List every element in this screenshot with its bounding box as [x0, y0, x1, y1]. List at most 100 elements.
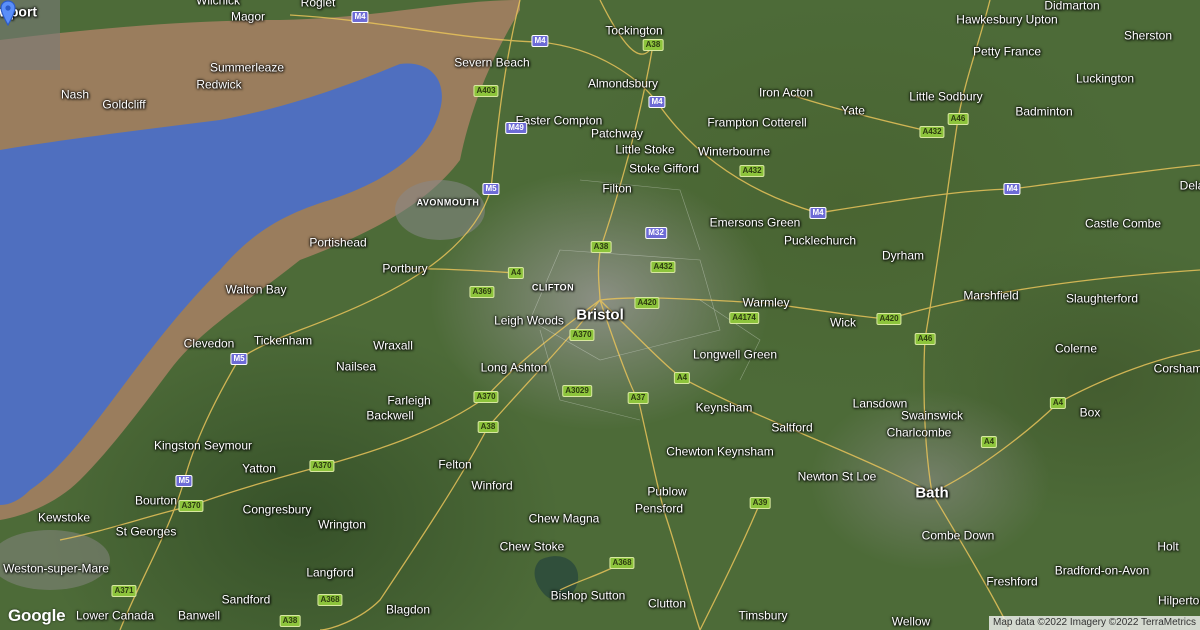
road-shield-a370: A370 — [309, 460, 335, 472]
place-label: Magor — [230, 9, 266, 24]
place-label: Chew Magna — [528, 511, 600, 526]
road-shield-a4: A4 — [507, 267, 525, 279]
place-label: Nash — [60, 87, 90, 102]
place-label: Wick — [830, 315, 856, 330]
place-label: Walton Bay — [225, 282, 287, 297]
place-label: Langford — [306, 565, 354, 580]
place-label: Keynsham — [695, 400, 753, 415]
place-label: St Georges — [115, 524, 177, 539]
place-label: Banwell — [177, 608, 221, 623]
place-label: Emersons Green — [709, 215, 801, 230]
place-label: Marshfield — [963, 288, 1019, 303]
place-label: Chew Stoke — [499, 539, 565, 554]
place-label: Tockington — [605, 23, 663, 38]
location-pin-icon[interactable] — [0, 0, 16, 26]
place-label: Combe Down — [921, 528, 995, 543]
place-label: Corsham — [1153, 361, 1200, 376]
road-shield-m4: M4 — [351, 11, 369, 23]
place-label: Congresbury — [242, 502, 312, 517]
place-label: CLIFTON — [531, 282, 575, 293]
road-shield-a370: A370 — [569, 329, 595, 341]
place-label: Bradford-on-Avon — [1054, 563, 1150, 578]
place-label: Yatton — [242, 461, 276, 476]
place-label: Goldcliff — [102, 97, 146, 112]
road-shield-a4: A4 — [1049, 397, 1067, 409]
road-shield-a403: A403 — [473, 85, 499, 97]
road-shield-a420: A420 — [876, 313, 902, 325]
place-label: Pucklechurch — [783, 233, 857, 248]
place-label: Box — [1079, 405, 1101, 420]
place-label: Winford — [471, 478, 513, 493]
place-label: Portbury — [382, 261, 428, 276]
place-label: Timsbury — [738, 608, 788, 623]
place-label: Warmley — [742, 295, 790, 310]
place-label: Bishop Sutton — [550, 588, 626, 603]
place-label: Almondsbury — [587, 76, 659, 91]
road-shield-m4: M4 — [531, 35, 549, 47]
road-shield-a46: A46 — [914, 333, 936, 345]
road-shield-a4: A4 — [673, 372, 691, 384]
place-label: Clutton — [647, 596, 687, 611]
google-logo: Google — [8, 606, 66, 625]
place-label: Publow — [647, 484, 687, 499]
road-shield-a37: A37 — [627, 392, 649, 404]
place-label: Clevedon — [183, 336, 235, 351]
road-shield-a4: A4 — [980, 436, 998, 448]
road-shield-a39: A39 — [749, 497, 771, 509]
road-shield-a368: A368 — [609, 557, 635, 569]
map-attribution: Map data ©2022 Imagery ©2022 TerraMetric… — [989, 616, 1200, 630]
place-label: Yate — [841, 103, 865, 118]
place-label: Chewton Keynsham — [666, 444, 774, 459]
place-label: Didmarton — [1044, 0, 1100, 13]
place-label: Saltford — [771, 420, 813, 435]
place-label: Redwick — [196, 77, 242, 92]
place-label: Luckington — [1075, 71, 1135, 86]
road-shield-a432: A432 — [919, 126, 945, 138]
place-label: Little Stoke — [615, 142, 675, 157]
place-label: Rogiet — [300, 0, 336, 10]
map-view[interactable]: wport Wilchick Magor Rogiet Tockington Hawkes… — [0, 0, 1200, 630]
place-label: Severn Beach — [454, 55, 530, 70]
road-shield-m5: M5 — [482, 183, 500, 195]
place-label: Castle Combe — [1084, 216, 1162, 231]
place-label: Pensford — [634, 501, 684, 516]
road-shield-a46: A46 — [947, 113, 969, 125]
place-label: Newton St Loe — [797, 469, 877, 484]
place-label: Patchway — [590, 126, 644, 141]
place-label: Colerne — [1054, 341, 1098, 356]
place-label: Felton — [438, 457, 472, 472]
avonmouth-urban — [395, 180, 485, 240]
road-shield-m5: M5 — [175, 475, 193, 487]
place-label: Filton — [602, 181, 632, 196]
place-label: Kingston Seymour — [153, 438, 253, 453]
road-shield-m49: M49 — [505, 122, 527, 134]
place-label: Winterbourne — [697, 144, 771, 159]
place-label: Backwell — [366, 408, 414, 423]
place-label: Summerleaze — [209, 60, 285, 75]
road-shield-a38: A38 — [477, 421, 499, 433]
place-label: Longwell Green — [692, 347, 778, 362]
place-label: AVONMOUTH — [416, 197, 480, 208]
place-label: Stoke Gifford — [629, 161, 699, 176]
place-label: Sherston — [1123, 28, 1173, 43]
place-label: Iron Acton — [758, 85, 814, 100]
road-shield-a3029: A3029 — [562, 385, 592, 397]
place-label: Charlcombe — [886, 425, 952, 440]
place-label: Farleigh — [387, 393, 431, 408]
road-shield-a368: A368 — [317, 594, 343, 606]
road-shield-a4174: A4174 — [729, 312, 759, 324]
place-label: Weston-super-Mare — [3, 561, 109, 576]
place-label: Wilchick — [196, 0, 240, 8]
road-shield-m4: M4 — [648, 96, 666, 108]
place-label: Nailsea — [335, 359, 377, 374]
place-label: Little Sodbury — [909, 89, 983, 104]
place-label: Freshford — [986, 574, 1038, 589]
road-shield-a420: A420 — [634, 297, 660, 309]
place-label: Leigh Woods — [494, 313, 564, 328]
place-label: Blagdon — [385, 602, 431, 617]
place-label: Hilperton — [1157, 593, 1200, 608]
place-label: Slaughterford — [1065, 291, 1139, 306]
place-label: Bath — [915, 484, 949, 502]
road-shield-m4: M4 — [1003, 183, 1021, 195]
road-shield-a371: A371 — [111, 585, 137, 597]
